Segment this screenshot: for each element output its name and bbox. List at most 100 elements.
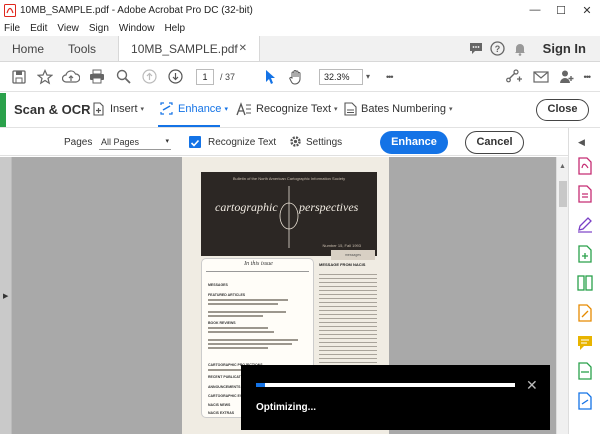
zoom-level-field[interactable]: 32.3% bbox=[319, 68, 364, 85]
column-caption: MESSAGE FROM NACIS bbox=[319, 262, 366, 267]
expand-left-panel-icon[interactable]: ▶ bbox=[3, 292, 8, 300]
tab-home[interactable]: Home bbox=[0, 36, 56, 61]
select-cursor-icon[interactable] bbox=[257, 65, 283, 89]
more-options-menu[interactable]: ••• bbox=[584, 72, 592, 82]
sign-in-link[interactable]: Sign In bbox=[543, 36, 586, 61]
text-line bbox=[208, 347, 268, 349]
menu-window[interactable]: Window bbox=[119, 23, 155, 34]
recognize-text-checkbox-label[interactable]: Recognize Text bbox=[208, 137, 276, 148]
text-line bbox=[319, 338, 377, 340]
close-window-button[interactable]: ✕ bbox=[574, 4, 600, 17]
pages-dropdown[interactable]: All Pages ▾ bbox=[99, 135, 171, 150]
progress-close-button[interactable]: ✕ bbox=[526, 377, 538, 394]
enhance-caret: ▾ bbox=[224, 106, 228, 113]
settings-link[interactable]: Settings bbox=[306, 137, 342, 148]
tab-document[interactable]: 10MB_SAMPLE.pdf ✕ bbox=[118, 36, 261, 61]
progress-fill bbox=[256, 383, 265, 387]
comment-tool-icon[interactable] bbox=[576, 334, 594, 352]
cancel-button[interactable]: Cancel bbox=[465, 131, 524, 154]
tab-tools[interactable]: Tools bbox=[56, 36, 108, 61]
menu-edit[interactable]: Edit bbox=[30, 23, 47, 34]
text-line bbox=[319, 334, 377, 336]
menu-help[interactable]: Help bbox=[164, 23, 185, 34]
scan-document-icon[interactable] bbox=[576, 362, 594, 380]
tab-bar: Home Tools 10MB_SAMPLE.pdf ✕ ? Sign In bbox=[0, 36, 600, 62]
enhance-button[interactable]: Enhance bbox=[380, 131, 448, 154]
menu-view[interactable]: View bbox=[57, 23, 79, 34]
cloud-upload-icon[interactable] bbox=[58, 65, 84, 89]
zoom-search-icon[interactable] bbox=[110, 65, 136, 89]
text-line bbox=[319, 330, 377, 332]
close-tool-button[interactable]: Close bbox=[536, 99, 589, 121]
bates-numbering-caret: ▾ bbox=[449, 106, 453, 113]
minimize-button[interactable]: — bbox=[522, 4, 548, 16]
send-document-icon[interactable] bbox=[576, 392, 594, 410]
text-line bbox=[319, 278, 377, 280]
gear-icon[interactable] bbox=[289, 135, 302, 148]
zoom-dropdown-caret[interactable]: ▾ bbox=[366, 72, 370, 81]
hand-tool-icon[interactable] bbox=[283, 65, 309, 89]
text-line bbox=[319, 282, 377, 284]
maximize-button[interactable]: ☐ bbox=[548, 4, 574, 17]
bates-numbering-menu[interactable]: Bates Numbering ▾ bbox=[344, 102, 453, 116]
more-tools-menu[interactable]: ••• bbox=[386, 72, 394, 82]
issue-item: BOOK REVIEWS bbox=[208, 321, 236, 325]
recognize-text-menu[interactable]: Recognize Text ▾ bbox=[236, 102, 338, 116]
bookmark-star-icon[interactable] bbox=[32, 65, 58, 89]
pages-dropdown-value: All Pages bbox=[101, 137, 140, 147]
text-line bbox=[319, 298, 377, 300]
share-link-icon[interactable] bbox=[502, 65, 528, 89]
next-page-icon[interactable] bbox=[162, 65, 188, 89]
issue-item: FEATURED ARTICLES bbox=[208, 293, 246, 297]
tab-spacer bbox=[260, 36, 465, 61]
menu-file[interactable]: File bbox=[4, 23, 20, 34]
enhance-menu[interactable]: Enhance ▾ bbox=[159, 102, 228, 116]
insert-menu[interactable]: Insert ▾ bbox=[92, 102, 144, 116]
text-line bbox=[319, 358, 377, 360]
previous-page-icon[interactable] bbox=[136, 65, 162, 89]
page-number-input[interactable]: 1 bbox=[196, 68, 214, 85]
notification-bell-icon[interactable] bbox=[509, 36, 531, 61]
pdf-export-icon[interactable] bbox=[576, 157, 594, 175]
save-icon[interactable] bbox=[6, 65, 32, 89]
create-pdf-icon[interactable] bbox=[576, 185, 594, 203]
right-tools-panel: ◀ bbox=[568, 128, 600, 434]
pdf-file-icon bbox=[4, 3, 16, 17]
cover-subtitle: Bulletin of the North American Cartograp… bbox=[232, 176, 346, 181]
scroll-up-arrow[interactable]: ▲ bbox=[559, 163, 566, 170]
edit-pen-icon[interactable] bbox=[576, 215, 594, 233]
cover-title-right: perspectives bbox=[299, 200, 359, 214]
enhance-active-underline bbox=[158, 125, 220, 127]
tab-document-close[interactable]: ✕ bbox=[239, 43, 247, 54]
issue-item: NACIS NEWS bbox=[208, 403, 231, 407]
text-line bbox=[319, 290, 377, 292]
svg-text:?: ? bbox=[495, 44, 501, 54]
collapse-panel-icon[interactable]: ◀ bbox=[578, 137, 585, 148]
text-line bbox=[208, 299, 288, 301]
text-line bbox=[319, 294, 377, 296]
tab-document-label: 10MB_SAMPLE.pdf bbox=[131, 41, 238, 56]
title-bar: 10MB_SAMPLE.pdf - Adobe Acrobat Pro DC (… bbox=[0, 0, 600, 20]
cover-issue-number: Number 15, Fall 1993 bbox=[322, 243, 361, 248]
fill-sign-icon[interactable] bbox=[576, 304, 594, 322]
vertical-scrollbar[interactable]: ▲ bbox=[556, 157, 568, 434]
enhance-label: Enhance bbox=[178, 103, 222, 115]
email-icon[interactable] bbox=[528, 65, 554, 89]
text-line bbox=[319, 322, 377, 324]
combine-files-icon[interactable] bbox=[576, 245, 594, 263]
text-line bbox=[319, 310, 377, 312]
cover-title-left: cartographic bbox=[215, 200, 278, 214]
organize-pages-icon[interactable] bbox=[576, 274, 594, 292]
left-panel-toggle[interactable]: ▶ bbox=[0, 157, 12, 434]
scrollbar-thumb[interactable] bbox=[559, 181, 567, 207]
print-icon[interactable] bbox=[84, 65, 110, 89]
help-icon[interactable]: ? bbox=[487, 36, 509, 61]
heading-rule bbox=[206, 271, 309, 272]
insert-caret: ▾ bbox=[140, 106, 145, 113]
comment-icon[interactable] bbox=[465, 36, 487, 61]
recognize-text-checkbox[interactable] bbox=[189, 136, 201, 148]
progress-track bbox=[256, 383, 515, 387]
menu-sign[interactable]: Sign bbox=[89, 23, 109, 34]
checkmark-icon bbox=[190, 139, 200, 147]
add-user-icon[interactable] bbox=[554, 65, 580, 89]
